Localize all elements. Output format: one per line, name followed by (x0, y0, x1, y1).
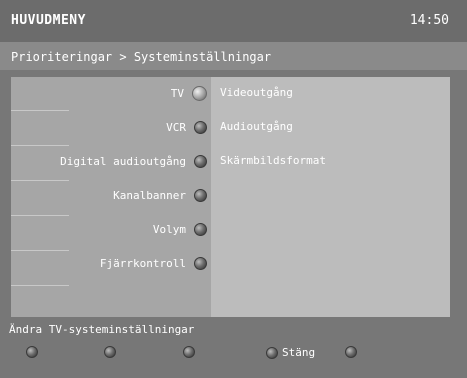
knob-icon (194, 188, 207, 202)
knob-icon (194, 120, 207, 134)
knob-icon (104, 346, 116, 358)
menu-item-label: Digital audioutgång (60, 154, 186, 168)
menu-item-channel-banner[interactable]: Kanalbanner (113, 185, 207, 205)
settings-category-list: TV VCR Digital audioutgång Kanalbanner V… (11, 77, 211, 317)
divider (11, 285, 69, 286)
breadcrumb-text: Prioriteringar > Systeminställningar (11, 50, 272, 64)
knob-icon (345, 346, 357, 358)
menu-item-digital-audio-output[interactable]: Digital audioutgång (60, 151, 207, 171)
close-label: Stäng (282, 346, 316, 359)
selected-knob-icon (192, 85, 207, 101)
divider (11, 250, 69, 251)
menu-item-label: Fjärrkontroll (99, 256, 186, 270)
remote-button-1[interactable] (26, 346, 38, 358)
menu-item-remote-control[interactable]: Fjärrkontroll (100, 253, 207, 273)
menu-item-volume[interactable]: Volym (153, 219, 207, 239)
submenu-panel: Videoutgång Audioutgång Skärmbildsformat (211, 77, 450, 317)
remote-button-3[interactable] (183, 346, 195, 358)
menu-item-label: VCR (166, 120, 186, 134)
settings-panel: TV VCR Digital audioutgång Kanalbanner V… (11, 77, 450, 317)
menu-title: HUVUDMENY (11, 13, 86, 28)
divider (11, 145, 69, 146)
submenu-item-video-output[interactable]: Videoutgång (220, 86, 293, 99)
clock: 14:50 (409, 13, 449, 28)
menu-item-label: TV (170, 86, 184, 100)
knob-icon (183, 346, 195, 358)
remote-button-5[interactable] (345, 346, 357, 358)
knob-icon (194, 154, 207, 168)
menu-item-label: Kanalbanner (113, 188, 186, 202)
menu-item-vcr[interactable]: VCR (166, 117, 207, 137)
status-text: Ändra TV-systeminställningar (9, 323, 195, 336)
knob-icon (194, 256, 207, 270)
divider (11, 180, 69, 181)
divider (11, 110, 69, 111)
submenu-item-audio-output[interactable]: Audioutgång (220, 120, 293, 133)
remote-button-2[interactable] (104, 346, 116, 358)
knob-icon (194, 222, 207, 236)
knob-icon (266, 346, 278, 359)
knob-icon (26, 346, 38, 358)
close-button[interactable]: Stäng (266, 346, 315, 359)
menu-item-tv[interactable]: TV (171, 83, 207, 103)
menu-item-label: Volym (152, 222, 186, 236)
header-bar: HUVUDMENY 14:50 (0, 0, 467, 42)
divider (11, 215, 69, 216)
submenu-item-screen-format[interactable]: Skärmbildsformat (220, 154, 326, 167)
breadcrumb: Prioriteringar > Systeminställningar (0, 42, 467, 70)
